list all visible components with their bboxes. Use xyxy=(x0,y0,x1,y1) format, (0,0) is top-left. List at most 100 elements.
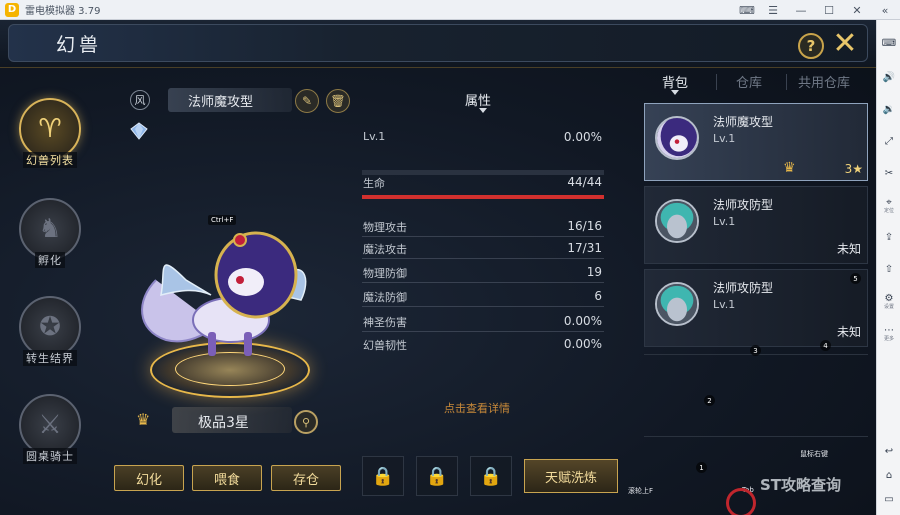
stat-value: 6 xyxy=(594,289,602,303)
stat-value: 19 xyxy=(586,265,602,279)
stat-divider xyxy=(362,236,604,237)
transform-button[interactable]: 幻化 xyxy=(114,465,184,491)
emulator-side-toolbar: ⌨ 🔊 🔉 ⤢ ✂ ⌖ 定位 ⇪ ⇧ ⚙ 设置 ⋯ 更多 ↩ ⌂ ▭ xyxy=(876,20,900,515)
stat-divider xyxy=(362,258,604,259)
close-icon[interactable]: ✕ xyxy=(846,0,868,20)
nav-pet-list[interactable]: ♈ 幻兽列表 xyxy=(14,98,86,172)
crown-icon: ♛ xyxy=(136,410,151,429)
close-panel-button[interactable]: ✕ xyxy=(830,29,860,59)
nav-hatch[interactable]: ♞ 孵化 xyxy=(14,198,86,272)
crown-icon: ♛ xyxy=(783,160,796,176)
pet-portrait xyxy=(655,116,699,160)
talent-slot-locked[interactable]: 🔒 xyxy=(416,456,458,496)
pet-name: 法师魔攻型 xyxy=(188,95,254,110)
pet-card-level: Lv.1 xyxy=(713,215,736,228)
nav-round-table-label: 圆桌骑士 xyxy=(23,448,77,464)
tab-divider xyxy=(786,74,787,90)
location-icon[interactable]: ⌖ 定位 xyxy=(879,192,899,218)
ram-skull-icon: ♈ xyxy=(19,98,81,160)
key-hint-right-mouse: 鼠标右键 xyxy=(800,450,828,458)
nav-rebirth-realm-label: 转生结界 xyxy=(23,350,77,366)
scissors-icon[interactable]: ✂ xyxy=(879,160,899,186)
tab-backpack[interactable]: 背包 xyxy=(662,72,688,91)
empty-slot[interactable] xyxy=(644,354,868,432)
settings-icon[interactable]: ⚙ 设置 xyxy=(879,288,899,314)
recent-icon[interactable]: ▭ xyxy=(879,486,899,512)
talent-slot-locked[interactable]: 🔒 xyxy=(362,456,404,496)
pet-portrait xyxy=(655,282,699,326)
hp-value: 44/44 xyxy=(567,175,602,189)
tab-divider xyxy=(716,74,717,90)
crossed-swords-icon: ⚔ xyxy=(19,394,81,456)
talent-slot-locked[interactable]: 🔒 xyxy=(470,456,512,496)
install-icon[interactable]: ⇪ xyxy=(879,224,899,250)
tab-caret-icon xyxy=(671,90,679,95)
stat-label: 魔法防御 xyxy=(363,291,407,304)
star-icon: ★ xyxy=(852,162,863,176)
stat-label: 幻兽韧性 xyxy=(363,339,407,352)
pet-card[interactable]: 法师攻防型 Lv.1 未知 xyxy=(644,269,868,347)
tab-caret-icon xyxy=(479,108,487,113)
tab-shared-warehouse[interactable]: 共用仓库 xyxy=(798,72,850,91)
emulator-title: 雷电模拟器 3.79 xyxy=(25,6,101,17)
pencil-icon: ✎ xyxy=(301,94,313,108)
nav-round-table[interactable]: ⚔ 圆桌骑士 xyxy=(14,394,86,468)
watermark-logo xyxy=(726,488,756,515)
back-icon[interactable]: ↩ xyxy=(879,438,899,464)
key-hint: 2 xyxy=(704,395,715,406)
lock-icon: 🔒 xyxy=(371,465,395,487)
delete-pet-button[interactable]: 🗑 xyxy=(326,89,350,113)
fullscreen-icon[interactable]: ⤢ xyxy=(879,128,899,154)
help-button[interactable]: ? xyxy=(798,33,824,59)
pet-card-level: Lv.1 xyxy=(713,132,736,145)
feed-button[interactable]: 喂食 xyxy=(192,465,262,491)
menu-icon[interactable]: ☰ xyxy=(762,0,784,20)
pet-card[interactable]: 法师攻防型 Lv.1 未知 xyxy=(644,186,868,264)
dragon-icon: ♞ xyxy=(19,198,81,260)
game-screen: 幻兽 ? ✕ ♈ 幻兽列表 ♞ 孵化 ✪ 转生结界 ⚔ 圆桌骑士 风 法师魔攻型… xyxy=(0,20,876,515)
nav-pet-list-label: 幻兽列表 xyxy=(23,152,77,168)
pet-model[interactable] xyxy=(126,220,326,370)
home-icon[interactable]: ⌂ xyxy=(879,462,899,488)
header-plate xyxy=(8,24,868,62)
pet-card-name: 法师魔攻型 xyxy=(713,115,774,129)
nav-hatch-label: 孵化 xyxy=(35,252,65,268)
stat-value: 17/31 xyxy=(567,241,602,255)
inspect-button[interactable]: ⚲ xyxy=(294,410,318,434)
stat-divider xyxy=(362,331,604,332)
edit-name-button[interactable]: ✎ xyxy=(295,89,319,113)
stat-label: 物理防御 xyxy=(363,267,407,280)
collapse-icon[interactable]: « xyxy=(874,0,896,20)
key-hint: 5 xyxy=(850,273,861,284)
volume-up-icon[interactable]: 🔊 xyxy=(879,64,899,90)
pet-card[interactable]: 法师魔攻型 Lv.1 ♛ 3★ xyxy=(644,103,868,181)
diamond-icon xyxy=(130,122,148,140)
tab-warehouse[interactable]: 仓库 xyxy=(736,72,762,91)
pet-card-status: 未知 xyxy=(836,242,861,256)
more-icon[interactable]: ⋯ 更多 xyxy=(879,320,899,346)
keyboard-icon[interactable]: ⌨ xyxy=(879,30,899,56)
key-hint: 1 xyxy=(696,462,707,473)
gamepad-icon[interactable]: ⌨ xyxy=(736,0,758,20)
details-link[interactable]: 点击查看详情 xyxy=(444,400,510,416)
exp-value: 0.00% xyxy=(563,130,602,144)
pentagram-icon: ✪ xyxy=(19,296,81,358)
key-hint: 3 xyxy=(750,345,761,356)
emulator-title-bar: D 雷电模拟器 3.79 ⌨ ☰ — ☐ ✕ « xyxy=(0,0,900,20)
nav-rebirth-realm[interactable]: ✪ 转生结界 xyxy=(14,296,86,370)
tab-attributes[interactable]: 属性 xyxy=(465,90,491,109)
stat-label: 神圣伤害 xyxy=(363,316,407,329)
store-button[interactable]: 存仓 xyxy=(271,465,341,491)
lock-icon: 🔒 xyxy=(425,465,449,487)
level-label: Lv.1 xyxy=(363,130,386,143)
pet-card-status: 未知 xyxy=(836,325,861,339)
stat-divider xyxy=(362,282,604,283)
minimize-icon[interactable]: — xyxy=(790,0,812,20)
talent-refine-button[interactable]: 天赋洗炼 xyxy=(524,459,618,493)
pet-card-name: 法师攻防型 xyxy=(713,281,774,295)
share-icon[interactable]: ⇧ xyxy=(879,256,899,282)
stat-value: 16/16 xyxy=(567,219,602,233)
volume-down-icon[interactable]: 🔉 xyxy=(879,96,899,122)
maximize-icon[interactable]: ☐ xyxy=(818,0,840,20)
key-hint: 4 xyxy=(820,340,831,351)
